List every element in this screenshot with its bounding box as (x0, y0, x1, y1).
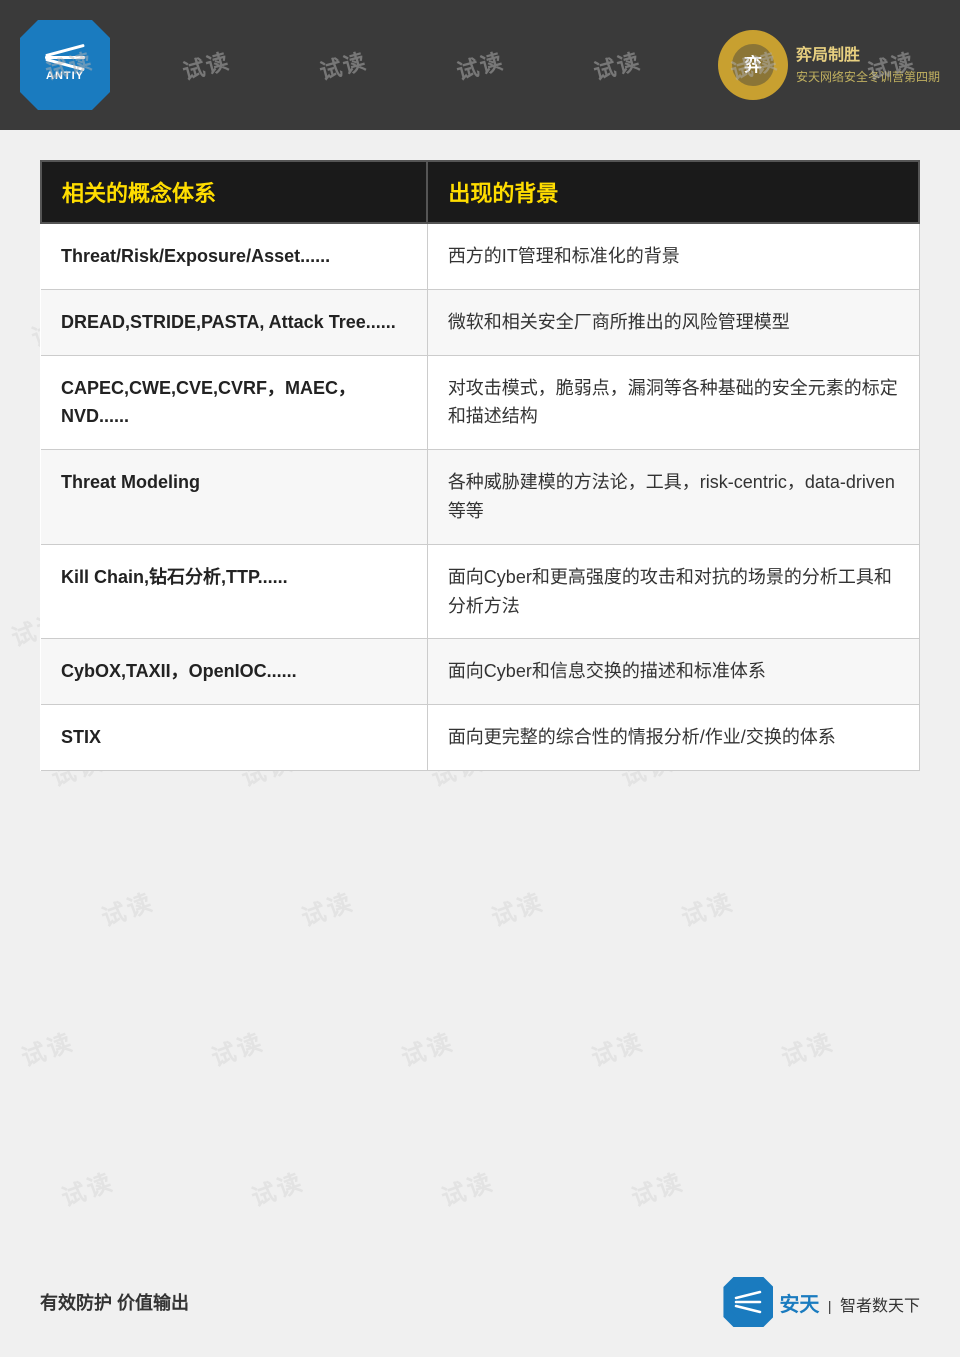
table-cell-concept: DREAD,STRIDE,PASTA, Attack Tree...... (41, 289, 427, 355)
logo-lines (45, 49, 85, 66)
watermark-30: 试读 (586, 1022, 649, 1073)
table-row: CybOX,TAXII，OpenIOC......面向Cyber和信息交换的描述… (41, 639, 919, 705)
footer-logo-zh: 安天 (779, 1294, 819, 1316)
watermark-35: 试读 (626, 1162, 689, 1213)
table-cell-concept: STIX (41, 705, 427, 771)
footer-slogan: 有效防护 价值输出 (40, 1289, 189, 1315)
footer: 有效防护 价值输出 安天 | 智者数天下 (40, 1277, 920, 1327)
table-cell-concept: Kill Chain,钻石分析,TTP...... (41, 544, 427, 639)
header-wm-5: 试读 (590, 43, 645, 86)
svg-text:弈: 弈 (744, 54, 762, 75)
logo-line-1 (45, 43, 84, 56)
footer-logo-tagline: | (828, 1298, 832, 1314)
right-logo-title: 弈局制胜 (796, 43, 940, 69)
footer-logo: 安天 | 智者数天下 (723, 1277, 920, 1327)
table-cell-background: 面向更完整的综合性的情报分析/作业/交换的体系 (427, 705, 919, 771)
watermark-31: 试读 (776, 1022, 839, 1073)
header-logo: ANTIY (20, 20, 110, 110)
watermark-32: 试读 (56, 1162, 119, 1213)
emblem-svg: 弈 (728, 40, 778, 90)
table-header-row: 相关的概念体系 出现的背景 (41, 161, 919, 223)
table-row: CAPEC,CWE,CVE,CVRF，MAEC，NVD......对攻击模式，脆… (41, 355, 919, 450)
table-cell-background: 微软和相关安全厂商所推出的风险管理模型 (427, 289, 919, 355)
table-row: Threat/Risk/Exposure/Asset......西方的IT管理和… (41, 223, 919, 289)
table-cell-background: 各种威胁建模的方法论，工具，risk-centric，data-driven等等 (427, 450, 919, 545)
watermark-33: 试读 (246, 1162, 309, 1213)
col2-header: 出现的背景 (427, 161, 919, 223)
watermark-27: 试读 (16, 1022, 79, 1073)
table-row: DREAD,STRIDE,PASTA, Attack Tree......微软和… (41, 289, 919, 355)
table-cell-background: 面向Cyber和更高强度的攻击和对抗的场景的分析工具和分析方法 (427, 544, 919, 639)
table-row: Kill Chain,钻石分析,TTP......面向Cyber和更高强度的攻击… (41, 544, 919, 639)
header-right-emblem: 弈 (718, 30, 788, 100)
footer-logo-icon (723, 1277, 773, 1327)
watermark-24: 试读 (296, 882, 359, 933)
header-right-logo: 弈 弈局制胜 安天网络安全冬训营第四期 (718, 30, 940, 100)
table-row: Threat Modeling各种威胁建模的方法论，工具，risk-centri… (41, 450, 919, 545)
table-cell-background: 面向Cyber和信息交换的描述和标准体系 (427, 639, 919, 705)
table-cell-concept: Threat Modeling (41, 450, 427, 545)
table-cell-concept: CAPEC,CWE,CVE,CVRF，MAEC，NVD...... (41, 355, 427, 450)
col1-header: 相关的概念体系 (41, 161, 427, 223)
watermark-23: 试读 (96, 882, 159, 933)
table-cell-background: 西方的IT管理和标准化的背景 (427, 223, 919, 289)
footer-logo-sub: 智者数天下 (840, 1298, 920, 1315)
footer-logo-svg (728, 1282, 768, 1322)
watermark-34: 试读 (436, 1162, 499, 1213)
header: ANTIY 试读 试读 试读 试读 试读 试读 试读 弈 弈局制胜 安天网络安全… (0, 0, 960, 130)
logo-line-2 (45, 56, 85, 59)
footer-brand-logo: 安天 | 智者数天下 (779, 1288, 920, 1317)
table-cell-concept: CybOX,TAXII，OpenIOC...... (41, 639, 427, 705)
watermark-29: 试读 (396, 1022, 459, 1073)
table-row: STIX面向更完整的综合性的情报分析/作业/交换的体系 (41, 705, 919, 771)
table-cell-background: 对攻击模式，脆弱点，漏洞等各种基础的安全元素的标定和描述结构 (427, 355, 919, 450)
concept-table: 相关的概念体系 出现的背景 Threat/Risk/Exposure/Asset… (40, 160, 920, 771)
watermark-26: 试读 (676, 882, 739, 933)
watermark-25: 试读 (486, 882, 549, 933)
logo-text: ANTIY (46, 70, 84, 82)
header-wm-2: 试读 (178, 43, 233, 86)
main-content: 相关的概念体系 出现的背景 Threat/Risk/Exposure/Asset… (40, 160, 920, 771)
header-right-text: 弈局制胜 安天网络安全冬训营第四期 (796, 43, 940, 88)
table-cell-concept: Threat/Risk/Exposure/Asset...... (41, 223, 427, 289)
header-wm-4: 试读 (453, 43, 508, 86)
watermark-28: 试读 (206, 1022, 269, 1073)
right-logo-subtitle: 安天网络安全冬训营第四期 (796, 68, 940, 87)
header-wm-3: 试读 (316, 43, 371, 86)
